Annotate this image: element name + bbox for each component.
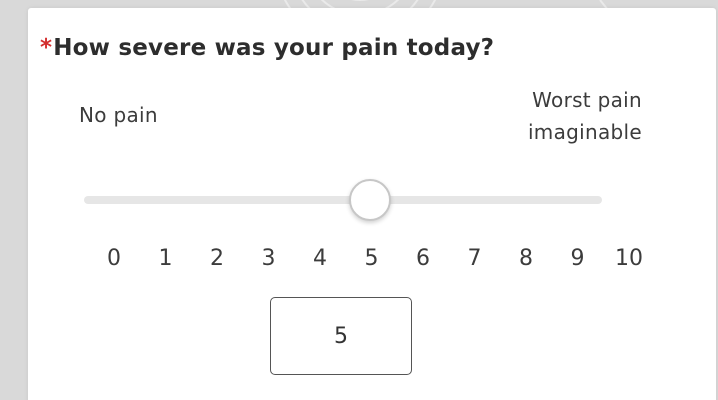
- tick-label: 4: [313, 246, 327, 271]
- question-text: How severe was your pain today?: [53, 35, 495, 61]
- scale-tick-labels: 0 1 2 3 4 5 6 7 8 9 10: [0, 246, 718, 276]
- tick-label: 10: [615, 246, 643, 271]
- question-heading: *How severe was your pain today?: [40, 35, 494, 61]
- scale-max-label-line1: Worst pain: [532, 88, 642, 112]
- scale-max-label-line2: imaginable: [527, 120, 642, 144]
- slider-track[interactable]: [84, 196, 602, 204]
- tick-label: 0: [107, 246, 121, 271]
- tick-label: 3: [261, 246, 276, 271]
- required-marker: *: [40, 35, 53, 61]
- tick-label: 8: [519, 246, 533, 271]
- slider-thumb[interactable]: [348, 179, 391, 221]
- tick-label: 7: [467, 246, 482, 271]
- scale-max-label: Worst pain imaginable: [442, 84, 642, 148]
- tick-label: 9: [570, 246, 585, 271]
- pain-value-input[interactable]: 5: [270, 297, 412, 375]
- scale-min-label: No pain: [79, 103, 158, 127]
- pain-slider[interactable]: [84, 177, 602, 225]
- tick-label: 2: [210, 246, 224, 271]
- tick-label: 1: [158, 246, 173, 271]
- tick-label: 6: [416, 246, 430, 271]
- tick-label: 5: [364, 246, 379, 271]
